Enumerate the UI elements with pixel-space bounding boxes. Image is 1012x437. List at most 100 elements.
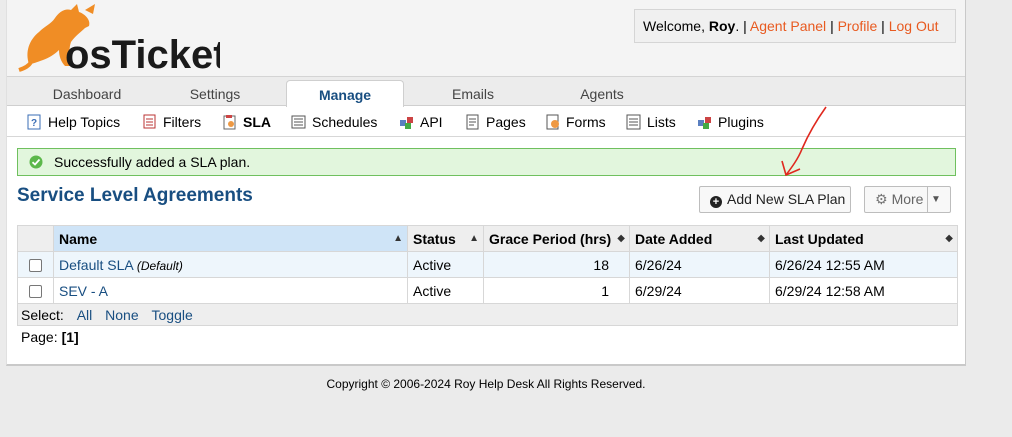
table-row: SEV - A Active 1 6/29/24 6/29/24 12:58 A… — [17, 277, 958, 304]
header-label: Grace Period (hrs) — [489, 230, 612, 247]
sort-icon: ◆ — [757, 233, 765, 244]
forms-icon — [546, 114, 559, 130]
kangaroo-logo-icon: osTicket — [18, 4, 220, 72]
svg-text:?: ? — [31, 118, 37, 129]
column-header-grace-period[interactable]: Grace Period (hrs) ◆ — [483, 225, 630, 252]
subnav-filters[interactable]: Filters — [142, 107, 201, 137]
success-message-text: Successfully added a SLA plan. — [54, 154, 251, 170]
plus-circle-icon: + — [710, 196, 722, 208]
lists-icon — [626, 114, 641, 130]
column-header-date-added[interactable]: Date Added ◆ — [629, 225, 770, 252]
row-checkbox[interactable] — [29, 259, 42, 273]
subnav-help-topics[interactable]: ? Help Topics — [27, 107, 120, 137]
subnav-pages[interactable]: Pages — [465, 107, 526, 137]
subnav-label: Help Topics — [48, 114, 121, 130]
api-icon — [400, 117, 413, 129]
current-page: [1] — [61, 329, 79, 345]
help-topics-icon: ? — [27, 114, 41, 130]
annotation-arrow-icon — [781, 106, 827, 177]
grace-period-cell: 18 — [483, 251, 630, 278]
row-checkbox[interactable] — [29, 285, 42, 299]
subnav-lists[interactable]: Lists — [626, 107, 676, 137]
grace-period-cell: 1 — [483, 277, 630, 304]
name-cell: Default SLA (Default) — [53, 251, 408, 278]
sort-icon: ◆ — [945, 233, 953, 244]
pager: Page: [1] — [21, 329, 79, 345]
user-name: Roy — [708, 18, 736, 34]
subnav-label: Schedules — [312, 114, 378, 130]
last-updated-cell: 6/26/24 12:55 AM — [769, 251, 958, 278]
tab-emails[interactable]: Emails — [432, 79, 514, 107]
pages-icon — [466, 114, 479, 130]
success-check-icon — [29, 155, 43, 169]
page-title: Service Level Agreements — [17, 185, 253, 206]
sla-table: Name ▲ Status ▲ Grace Period (hrs) ◆ Date A… — [17, 225, 958, 326]
table-header-row: Name ▲ Status ▲ Grace Period (hrs) ◆ Date A… — [17, 225, 958, 252]
select-column-header — [17, 225, 54, 252]
default-tag: (Default) — [136, 258, 183, 273]
select-toggle-link[interactable]: Toggle — [152, 307, 193, 323]
subnav-label: Forms — [566, 114, 606, 130]
subnav-label: Plugins — [718, 114, 764, 130]
profile-link[interactable]: Profile — [838, 18, 878, 34]
column-header-status[interactable]: Status ▲ — [407, 225, 484, 252]
user-info: Welcome, Roy. | Agent Panel | Profile | … — [634, 9, 956, 43]
welcome-suffix: . | — [735, 18, 747, 34]
tab-agents[interactable]: Agents — [562, 79, 642, 107]
table-row: Default SLA (Default) Active 18 6/26/24 … — [17, 251, 958, 278]
tab-dashboard[interactable]: Dashboard — [37, 79, 137, 107]
sort-icon: ◆ — [617, 233, 625, 244]
row-select-cell — [17, 277, 54, 304]
chevron-down-icon[interactable]: ▼ — [931, 187, 941, 212]
status-cell: Active — [407, 251, 484, 278]
subnav-label: Pages — [486, 114, 526, 130]
sla-icon — [223, 115, 236, 130]
select-label: Select: — [21, 306, 64, 323]
welcome-prefix: Welcome, — [643, 18, 705, 34]
pager-label: Page: — [21, 329, 58, 345]
sla-name-link[interactable]: Default SLA — [59, 257, 133, 273]
sort-icon: ▲ — [469, 233, 479, 244]
more-button-label: More — [891, 191, 924, 207]
more-button[interactable]: ⚙ More ▼ — [864, 186, 951, 213]
date-added-cell: 6/29/24 — [629, 277, 770, 304]
subnav-label: API — [420, 114, 443, 130]
subnav-label: SLA — [243, 114, 271, 130]
header: osTicket Welcome, Roy. | Agent Panel | P… — [7, 0, 965, 76]
main-nav: Dashboard Settings Manage Emails Agents — [7, 76, 965, 109]
footer: Copyright © 2006-2024 Roy Help Desk All … — [326, 377, 646, 391]
svg-text:osTicket: osTicket — [65, 33, 220, 72]
name-cell: SEV - A — [53, 277, 408, 304]
divider — [927, 187, 928, 212]
subnav-label: Filters — [163, 114, 202, 130]
subnav-api[interactable]: API — [399, 107, 443, 137]
column-header-name[interactable]: Name ▲ — [53, 225, 408, 252]
add-button-label: Add New SLA Plan — [727, 191, 846, 207]
subnav-forms[interactable]: Forms — [545, 107, 606, 137]
date-added-cell: 6/26/24 — [629, 251, 770, 278]
tab-manage[interactable]: Manage — [286, 80, 404, 109]
column-header-last-updated[interactable]: Last Updated ◆ — [769, 225, 958, 252]
schedules-icon — [291, 115, 306, 129]
select-row: Select: All None Toggle — [17, 303, 958, 326]
logout-link[interactable]: Log Out — [889, 18, 939, 34]
header-label: Status — [413, 230, 456, 247]
sla-name-link[interactable]: SEV - A — [59, 283, 108, 299]
header-label: Name — [59, 230, 98, 247]
filters-icon — [143, 114, 156, 129]
header-label: Last Updated — [775, 230, 864, 247]
select-controls: Select: All None Toggle — [17, 303, 958, 326]
subnav-plugins[interactable]: Plugins — [697, 107, 764, 137]
logo[interactable]: osTicket — [15, 2, 220, 72]
select-none-link[interactable]: None — [105, 307, 138, 323]
agent-panel-link[interactable]: Agent Panel — [750, 18, 826, 34]
subnav-sla[interactable]: SLA — [222, 107, 271, 137]
header-label: Date Added — [635, 230, 713, 247]
add-new-sla-plan-button[interactable]: + Add New SLA Plan — [699, 186, 851, 213]
plugins-icon — [698, 117, 711, 129]
last-updated-cell: 6/29/24 12:58 AM — [769, 277, 958, 304]
gear-icon: ⚙ — [875, 191, 888, 207]
select-all-link[interactable]: All — [77, 307, 93, 323]
tab-settings[interactable]: Settings — [167, 79, 263, 107]
subnav-schedules[interactable]: Schedules — [291, 107, 377, 137]
